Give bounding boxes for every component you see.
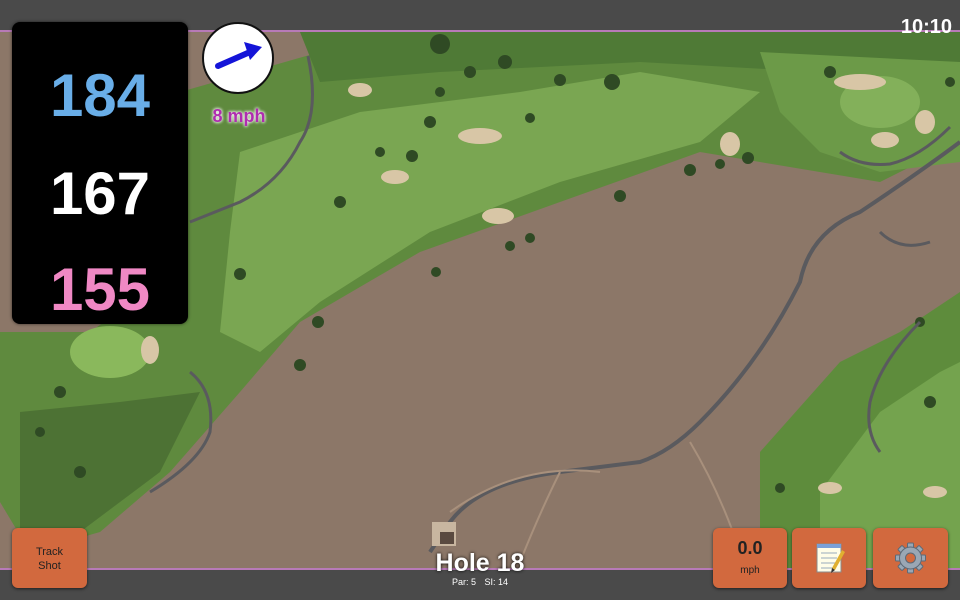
wind-speed-label: 8 mph (212, 106, 266, 126)
hole-title: Hole 18 (435, 549, 525, 577)
front-yardage: 155 (49, 256, 151, 323)
middle-yardage: 167 (49, 160, 151, 227)
speed-unit: mph (740, 565, 760, 576)
gear-icon (895, 542, 926, 574)
wind-arrow-icon (215, 42, 262, 69)
hole-par: Par: 5 (451, 577, 476, 587)
hole-stroke-index: SI: 14 (484, 577, 509, 587)
notepad-icon (816, 543, 845, 573)
status-time: 10:10 (900, 16, 952, 38)
speed-button[interactable]: 0.0 mph (713, 528, 787, 588)
wind-indicator (202, 22, 274, 94)
back-yardage: 184 (49, 62, 151, 129)
track-shot-button[interactable]: Track Shot (12, 528, 87, 588)
settings-button[interactable] (873, 528, 948, 588)
notes-button[interactable] (792, 528, 866, 588)
speed-value: 0.0 (737, 538, 763, 558)
track-shot-label: Track Shot (35, 546, 64, 572)
yardage-panel: 184 167 155 (12, 22, 188, 324)
hole-info: Par: 5 SI: 14 (380, 577, 580, 587)
